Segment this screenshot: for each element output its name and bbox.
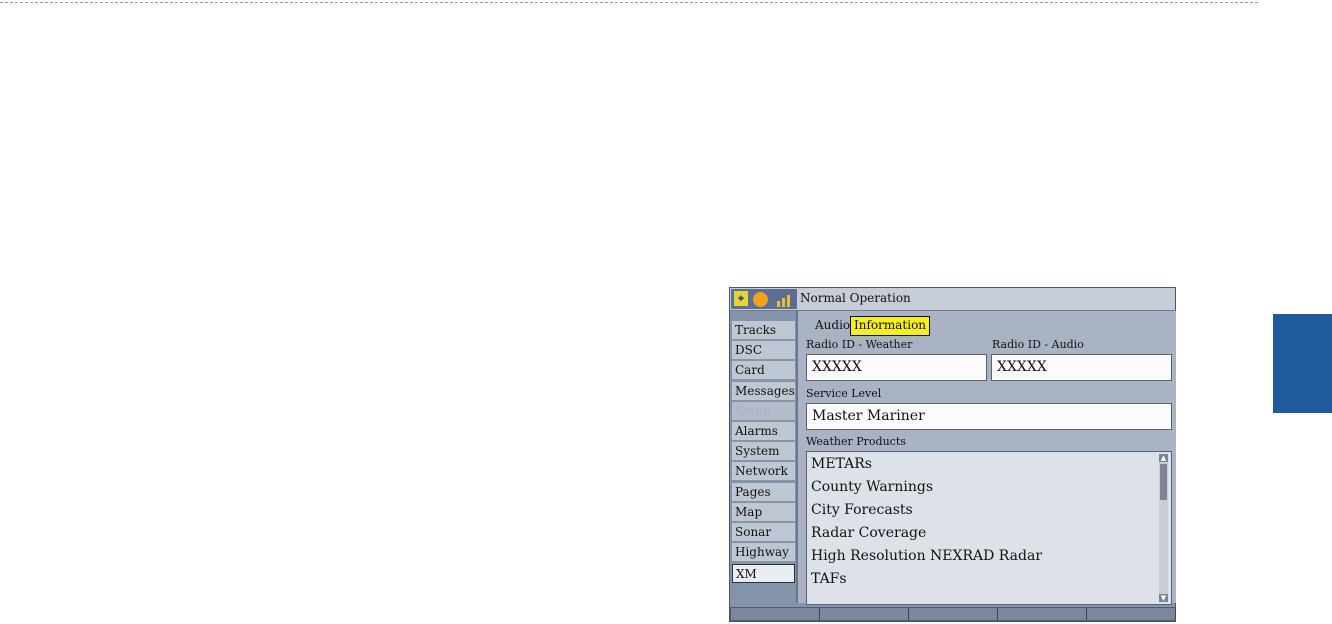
sidebar-item-network[interactable]: Network [732, 462, 795, 481]
radio-id-audio-label: Radio ID - Audio [992, 338, 1084, 351]
list-item[interactable]: High Resolution NEXRAD Radar [811, 548, 1042, 564]
page-title: Normal Operation [800, 291, 911, 305]
radio-id-audio-field: XXXXX [991, 354, 1172, 381]
status-icons: ⌖ [731, 289, 797, 309]
softkey-5[interactable] [1087, 608, 1176, 620]
gps-icon: ⌖ [734, 291, 748, 306]
softkey-4[interactable] [998, 608, 1087, 620]
service-level-field: Master Mariner [806, 403, 1172, 430]
softkey-3[interactable] [909, 608, 998, 620]
sidebar-item-alarms[interactable]: Alarms [732, 422, 795, 441]
sidebar-item-highway[interactable]: Highway [732, 543, 795, 562]
sidebar-item-tracks[interactable]: Tracks [732, 321, 795, 340]
scroll-thumb[interactable] [1160, 464, 1167, 500]
sidebar-item-setup: Setup [732, 402, 795, 421]
softkey-bar [730, 607, 1176, 621]
radio-id-weather-field: XXXXX [806, 354, 987, 381]
sidebar: Tracks DSC Card Messages Setup Alarms Sy… [730, 311, 796, 607]
weather-products-list[interactable]: METARs County Warnings City Forecasts Ra… [806, 451, 1172, 605]
tab-information[interactable]: Information [850, 316, 931, 336]
top-divider [0, 2, 1258, 3]
tab-audio[interactable]: Audio [812, 316, 853, 334]
sidebar-item-map[interactable]: Map [732, 503, 795, 522]
service-level-label: Service Level [806, 387, 882, 400]
softkey-1[interactable] [731, 608, 820, 620]
sidebar-item-dsc[interactable]: DSC [732, 341, 795, 360]
list-item[interactable]: Radar Coverage [811, 525, 926, 541]
list-item[interactable]: City Forecasts [811, 502, 913, 518]
sidebar-item-system[interactable]: System [732, 442, 795, 461]
section-tab [1273, 314, 1332, 413]
sidebar-item-messages[interactable]: Messages [732, 382, 795, 401]
title-bar: ⌖ Normal Operation [730, 288, 1175, 311]
signal-icon [777, 295, 790, 307]
sidebar-item-sonar[interactable]: Sonar [732, 523, 795, 542]
radio-id-weather-label: Radio ID - Weather [806, 338, 913, 351]
sidebar-item-xm[interactable]: XM [732, 564, 795, 583]
sidebar-item-card[interactable]: Card [732, 361, 795, 380]
softkey-2[interactable] [820, 608, 909, 620]
device-screen: ⌖ Normal Operation Tracks DSC Card Messa… [729, 287, 1176, 622]
list-item[interactable]: METARs [811, 456, 872, 472]
list-item[interactable]: County Warnings [811, 479, 933, 495]
sidebar-item-pages[interactable]: Pages [732, 483, 795, 502]
xm-information-panel: Audio Information Radio ID - Weather Rad… [796, 311, 1176, 605]
list-scrollbar[interactable]: ▲ ▼ [1159, 454, 1168, 602]
scroll-down-icon[interactable]: ▼ [1159, 594, 1168, 602]
sun-icon [753, 292, 768, 307]
list-item[interactable]: TAFs [811, 571, 847, 587]
scroll-up-icon[interactable]: ▲ [1159, 454, 1168, 462]
weather-products-label: Weather Products [806, 435, 906, 448]
